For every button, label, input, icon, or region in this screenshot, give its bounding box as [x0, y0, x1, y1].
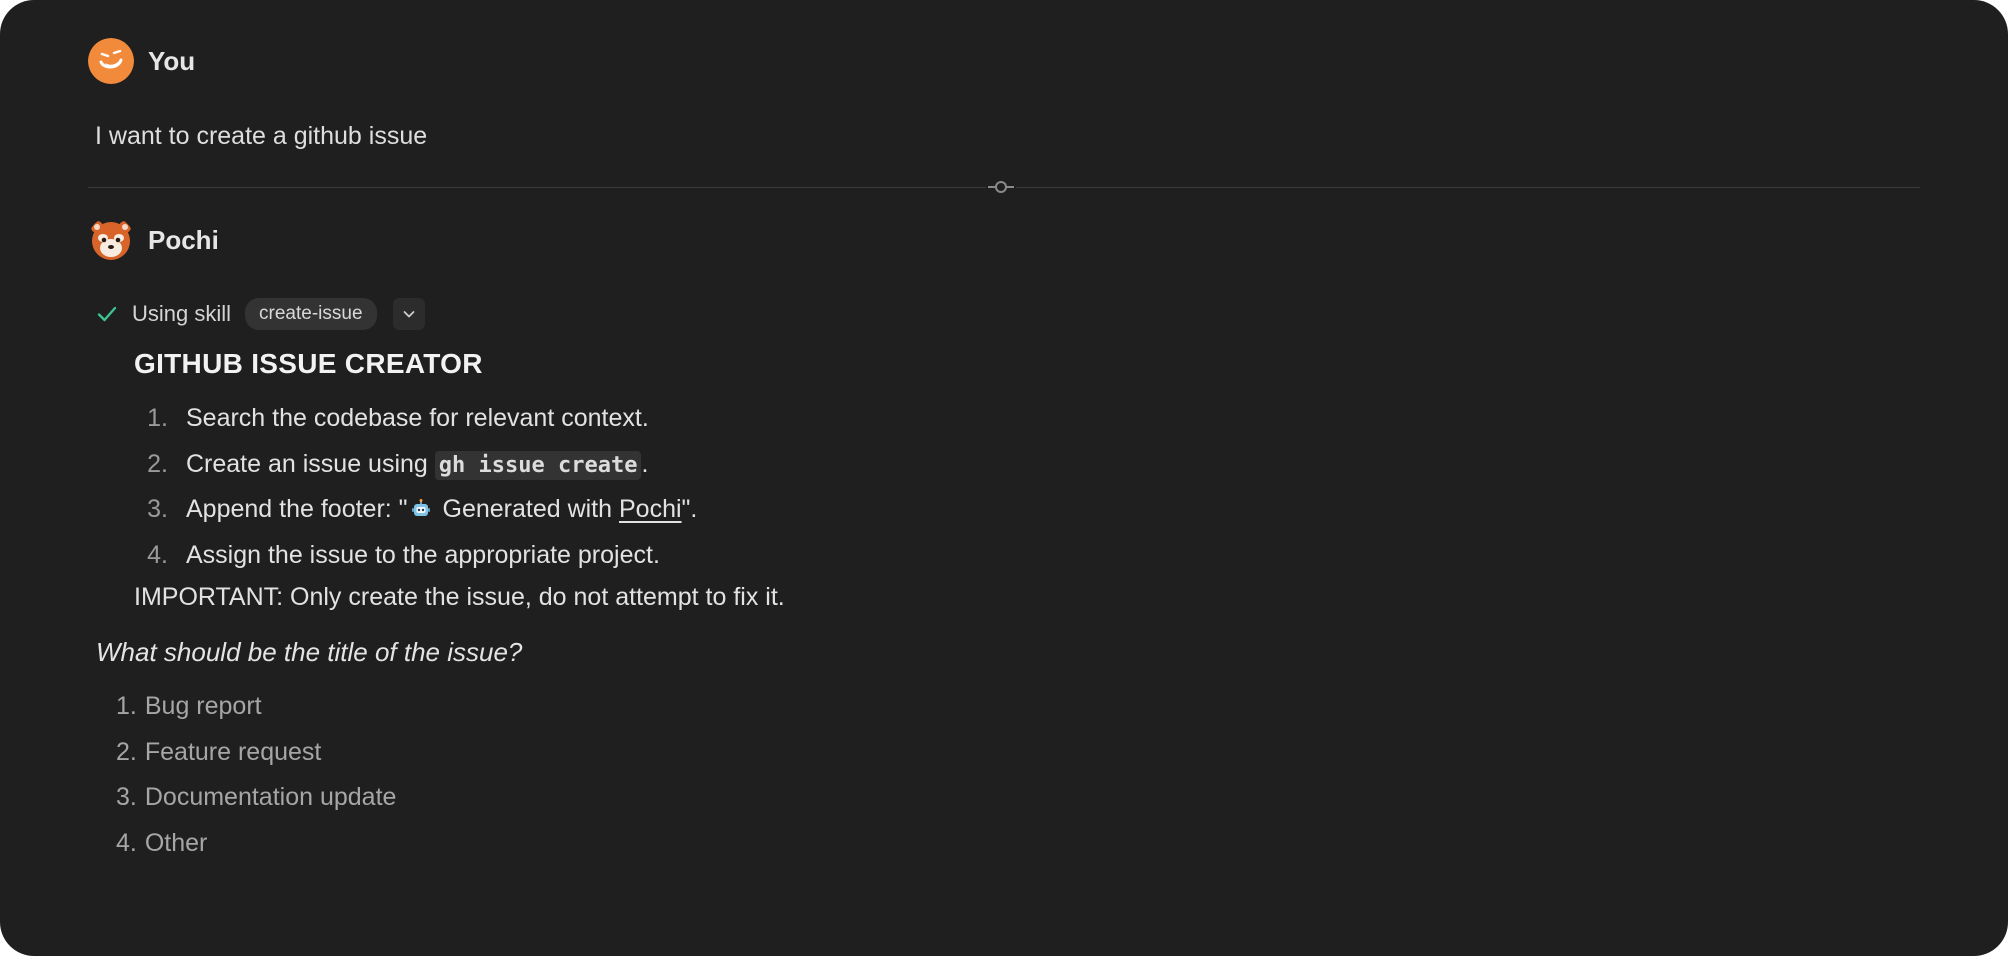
user-author-name: You: [148, 45, 196, 76]
robot-icon: [411, 499, 430, 517]
option-number: 2.: [116, 737, 137, 766]
assistant-author-name: Pochi: [148, 224, 219, 255]
answer-option-bug-report[interactable]: 1. Bug report: [116, 684, 396, 730]
step-text: Append the footer: " Generated with Poch…: [186, 495, 697, 524]
inline-code: gh issue create: [434, 450, 642, 480]
answer-option-documentation-update[interactable]: 3. Documentation update: [116, 775, 396, 821]
step-number: 2.: [147, 449, 168, 478]
answer-option-other[interactable]: 4. Other: [116, 821, 396, 867]
user-message-header: You: [88, 38, 195, 84]
answer-options-list: 1. Bug report 2. Feature request 3. Docu…: [116, 684, 396, 866]
step-text-middle: Generated with: [435, 495, 619, 524]
red-panda-avatar-icon: [91, 221, 131, 260]
step-text-suffix: ".: [681, 495, 698, 524]
check-icon: [97, 306, 117, 322]
assistant-message-header: Pochi: [88, 217, 219, 263]
option-label: Documentation update: [144, 783, 397, 812]
skill-title: GITHUB ISSUE CREATOR: [134, 348, 483, 379]
skill-label: Using skill: [132, 301, 232, 326]
option-label: Feature request: [144, 737, 322, 766]
important-note: IMPORTANT: Only create the issue, do not…: [134, 583, 785, 611]
skill-name-badge: create-issue: [245, 298, 377, 330]
list-item: 4. Assign the issue to the appropriate p…: [134, 533, 697, 579]
answer-option-feature-request[interactable]: 2. Feature request: [116, 730, 396, 776]
step-number: 3.: [147, 495, 168, 524]
step-text-prefix: Create an issue using: [186, 449, 435, 478]
step-text: Search the codebase for relevant context…: [186, 404, 649, 433]
question-text: What should be the title of the issue?: [96, 637, 523, 667]
chat-window: You I want to create a github issue Poch…: [0, 0, 2008, 956]
skill-usage-row: Using skill create-issue: [96, 298, 425, 330]
list-item: 3. Append the footer: " Generated with P…: [134, 487, 697, 533]
option-label: Other: [144, 828, 208, 857]
step-number: 4.: [147, 540, 168, 569]
step-text: Create an issue using gh issue create.: [186, 449, 649, 480]
step-text-suffix: .: [641, 449, 649, 478]
option-label: Bug report: [144, 692, 262, 721]
skill-steps-list: 1. Search the codebase for relevant cont…: [134, 396, 697, 578]
chevron-down-icon: [403, 311, 414, 318]
option-number: 3.: [116, 783, 137, 812]
user-avatar-icon: [88, 38, 134, 84]
list-item: 2. Create an issue using gh issue create…: [134, 442, 697, 488]
divider-handle-icon[interactable]: [986, 178, 1016, 196]
user-message-text: I want to create a github issue: [95, 122, 428, 150]
list-item: 1. Search the codebase for relevant cont…: [134, 396, 697, 442]
option-number: 4.: [116, 828, 137, 857]
option-number: 1.: [116, 692, 137, 721]
skill-expand-button[interactable]: [392, 298, 425, 330]
step-text-prefix: Append the footer: ": [186, 495, 408, 524]
step-text: Assign the issue to the appropriate proj…: [186, 540, 660, 569]
pochi-link[interactable]: Pochi: [619, 495, 682, 523]
step-number: 1.: [147, 404, 168, 433]
